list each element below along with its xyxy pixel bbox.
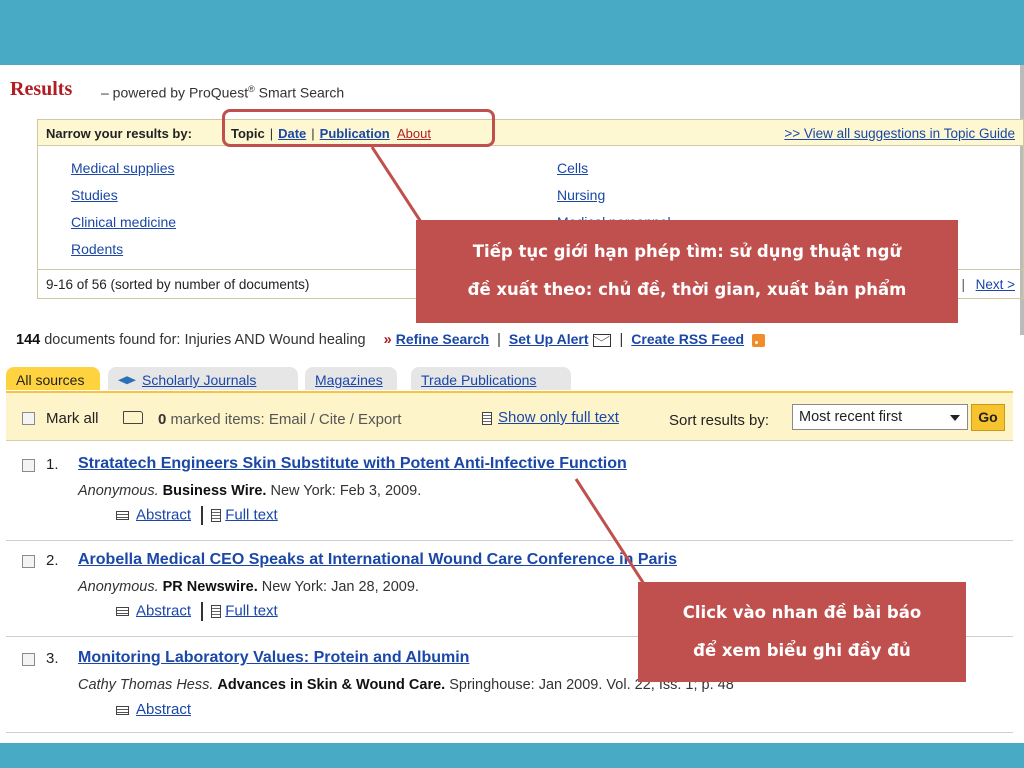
title-click-callout: Click vào nhan đề bài báo để xem biểu gh… xyxy=(638,582,966,682)
narrow-callout-line-1: Tiếp tục giới hạn phép tìm: sử dụng thuậ… xyxy=(472,242,902,261)
narrow-callout-leader xyxy=(370,146,423,223)
title-callout-line-1: Click vào nhan đề bài báo xyxy=(682,603,922,622)
title-callout-line-2: để xem biểu ghi đầy đủ xyxy=(693,641,911,660)
narrow-callout: Tiếp tục giới hạn phép tìm: sử dụng thuậ… xyxy=(416,220,958,323)
title-callout-leader xyxy=(574,478,646,585)
proquest-results-screenshot: Results – powered by ProQuest® Smart Sea… xyxy=(0,65,1024,743)
narrow-callout-line-2: đề xuất theo: chủ đề, thời gian, xuất bả… xyxy=(467,280,907,299)
